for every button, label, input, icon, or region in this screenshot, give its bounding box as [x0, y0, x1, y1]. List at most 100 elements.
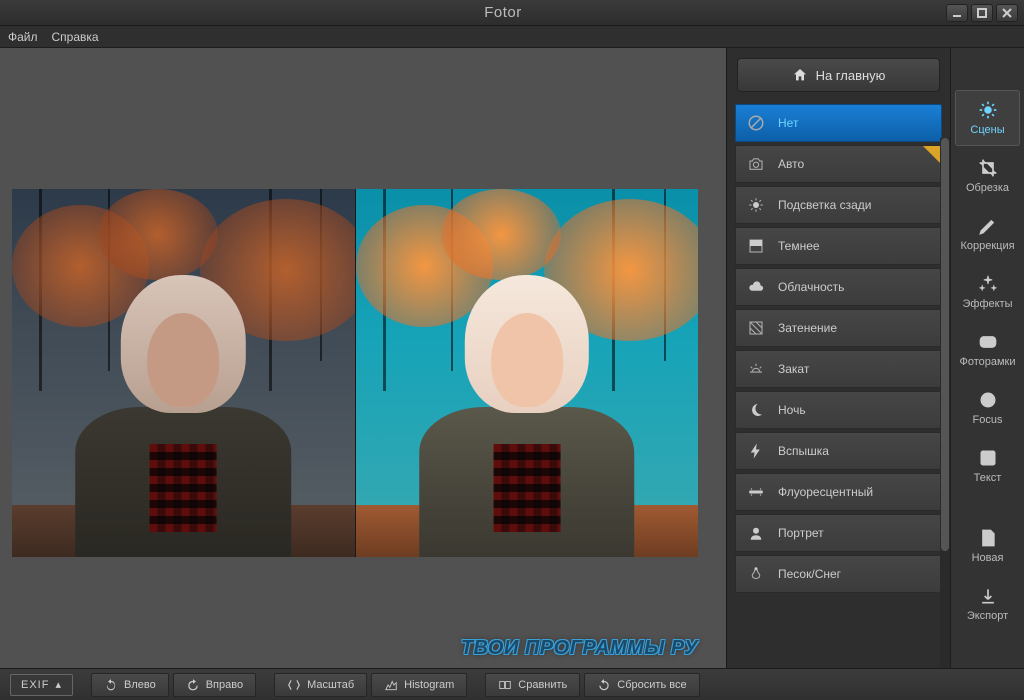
tool-text[interactable]: Текст — [955, 438, 1020, 494]
scrollbar[interactable] — [940, 138, 950, 668]
maximize-button[interactable] — [971, 4, 993, 22]
home-button[interactable]: На главную — [737, 58, 940, 92]
tool-effects-label: Эффекты — [962, 298, 1012, 310]
darken-icon — [746, 236, 766, 256]
night-icon — [746, 400, 766, 420]
compare-icon — [498, 678, 512, 692]
scene-label: Нет — [778, 116, 798, 130]
zoom-icon — [287, 678, 301, 692]
tool-scenes[interactable]: Сцены — [955, 90, 1020, 146]
histogram-icon — [384, 678, 398, 692]
histogram-label: Histogram — [404, 679, 454, 691]
menu-file[interactable]: Файл — [8, 30, 38, 44]
star-badge-icon — [923, 146, 941, 164]
scene-item-camera[interactable]: Авто — [735, 145, 942, 183]
rotate-left-button[interactable]: Влево — [91, 673, 169, 697]
tool-new-label: Новая — [972, 552, 1004, 564]
tool-adjust-label: Коррекция — [960, 240, 1014, 252]
camera-icon — [746, 154, 766, 174]
menu-help[interactable]: Справка — [52, 30, 99, 44]
sun-icon — [978, 100, 998, 120]
flash-icon — [746, 441, 766, 461]
tool-frames[interactable]: Фоторамки — [955, 322, 1020, 378]
scene-item-shade[interactable]: Затенение — [735, 309, 942, 347]
sunset-icon — [746, 359, 766, 379]
crop-icon — [978, 158, 998, 178]
scene-label: Ночь — [778, 403, 806, 417]
text-icon — [978, 448, 998, 468]
cloudy-icon — [746, 277, 766, 297]
page-icon — [978, 528, 998, 548]
scene-label: Облачность — [778, 280, 844, 294]
scene-label: Закат — [778, 362, 809, 376]
scene-label: Авто — [778, 157, 804, 171]
target-icon — [978, 390, 998, 410]
scene-item-night[interactable]: Ночь — [735, 391, 942, 429]
tool-adjust[interactable]: Коррекция — [955, 206, 1020, 262]
tool-focus[interactable]: Focus — [955, 380, 1020, 436]
zoom-label: Масштаб — [307, 679, 354, 691]
tool-export-label: Экспорт — [967, 610, 1008, 622]
scene-item-portrait[interactable]: Портрет — [735, 514, 942, 552]
tool-effects[interactable]: Эффекты — [955, 264, 1020, 320]
rotate-right-button[interactable]: Вправо — [173, 673, 256, 697]
tool-crop[interactable]: Обрезка — [955, 148, 1020, 204]
photo-before — [12, 189, 355, 557]
tool-new[interactable]: Новая — [955, 518, 1020, 574]
none-icon — [746, 113, 766, 133]
portrait-icon — [746, 523, 766, 543]
canvas-area: ТВОИ ПРОГРАММЫ РУ — [0, 48, 726, 668]
export-icon — [978, 586, 998, 606]
tool-export[interactable]: Экспорт — [955, 576, 1020, 632]
photo-after — [355, 189, 699, 557]
rotate-right-label: Вправо — [206, 679, 243, 691]
rotate-left-label: Влево — [124, 679, 156, 691]
compare-button[interactable]: Сравнить — [485, 673, 580, 697]
menu-bar: Файл Справка — [0, 26, 1024, 48]
title-bar: Fotor — [0, 0, 1024, 26]
scene-label: Вспышка — [778, 444, 829, 458]
reset-label: Сбросить все — [617, 679, 686, 691]
scene-item-none[interactable]: Нет — [735, 104, 942, 142]
scene-item-sunset[interactable]: Закат — [735, 350, 942, 388]
frame-icon — [978, 332, 998, 352]
scene-item-flash[interactable]: Вспышка — [735, 432, 942, 470]
zoom-button[interactable]: Масштаб — [274, 673, 367, 697]
scene-item-sandsnow[interactable]: Песок/Снег — [735, 555, 942, 593]
tool-scenes-label: Сцены — [970, 124, 1004, 136]
reset-icon — [597, 678, 611, 692]
sandsnow-icon — [746, 564, 766, 584]
home-icon — [792, 67, 808, 83]
scene-label: Темнее — [778, 239, 820, 253]
backlight-icon — [746, 195, 766, 215]
scene-item-backlight[interactable]: Подсветка сзади — [735, 186, 942, 224]
tool-frames-label: Фоторамки — [959, 356, 1015, 368]
scene-label: Песок/Снег — [778, 567, 841, 581]
tool-crop-label: Обрезка — [966, 182, 1009, 194]
scene-item-cloudy[interactable]: Облачность — [735, 268, 942, 306]
compare-label: Сравнить — [518, 679, 567, 691]
scene-item-fluorescent[interactable]: Флуоресцентный — [735, 473, 942, 511]
watermark: ТВОИ ПРОГРАММЫ РУ — [461, 637, 698, 660]
scene-label: Портрет — [778, 526, 824, 540]
scene-item-darken[interactable]: Темнее — [735, 227, 942, 265]
scene-panel: На главную Нет Авто Подсветка сзади Темнее О… — [727, 48, 950, 668]
histogram-button[interactable]: Histogram — [371, 673, 467, 697]
rotate-right-icon — [186, 678, 200, 692]
shade-icon — [746, 318, 766, 338]
minimize-button[interactable] — [946, 4, 968, 22]
close-button[interactable] — [996, 4, 1018, 22]
scene-label: Флуоресцентный — [778, 485, 873, 499]
exif-button[interactable]: EXIF ▴ — [10, 674, 73, 696]
reset-button[interactable]: Сбросить все — [584, 673, 699, 697]
scene-label: Подсветка сзади — [778, 198, 871, 212]
tool-text-label: Текст — [974, 472, 1002, 484]
photo-compare — [12, 189, 698, 557]
tool-focus-label: Focus — [973, 414, 1003, 426]
pencil-icon — [978, 216, 998, 236]
scene-label: Затенение — [778, 321, 837, 335]
tool-sidebar: Сцены Обрезка Коррекция Эффекты Фоторамк… — [950, 48, 1024, 668]
fluorescent-icon — [746, 482, 766, 502]
rotate-left-icon — [104, 678, 118, 692]
bottom-toolbar: EXIF ▴ Влево Вправо Масштаб Histogram Ср… — [0, 668, 1024, 700]
